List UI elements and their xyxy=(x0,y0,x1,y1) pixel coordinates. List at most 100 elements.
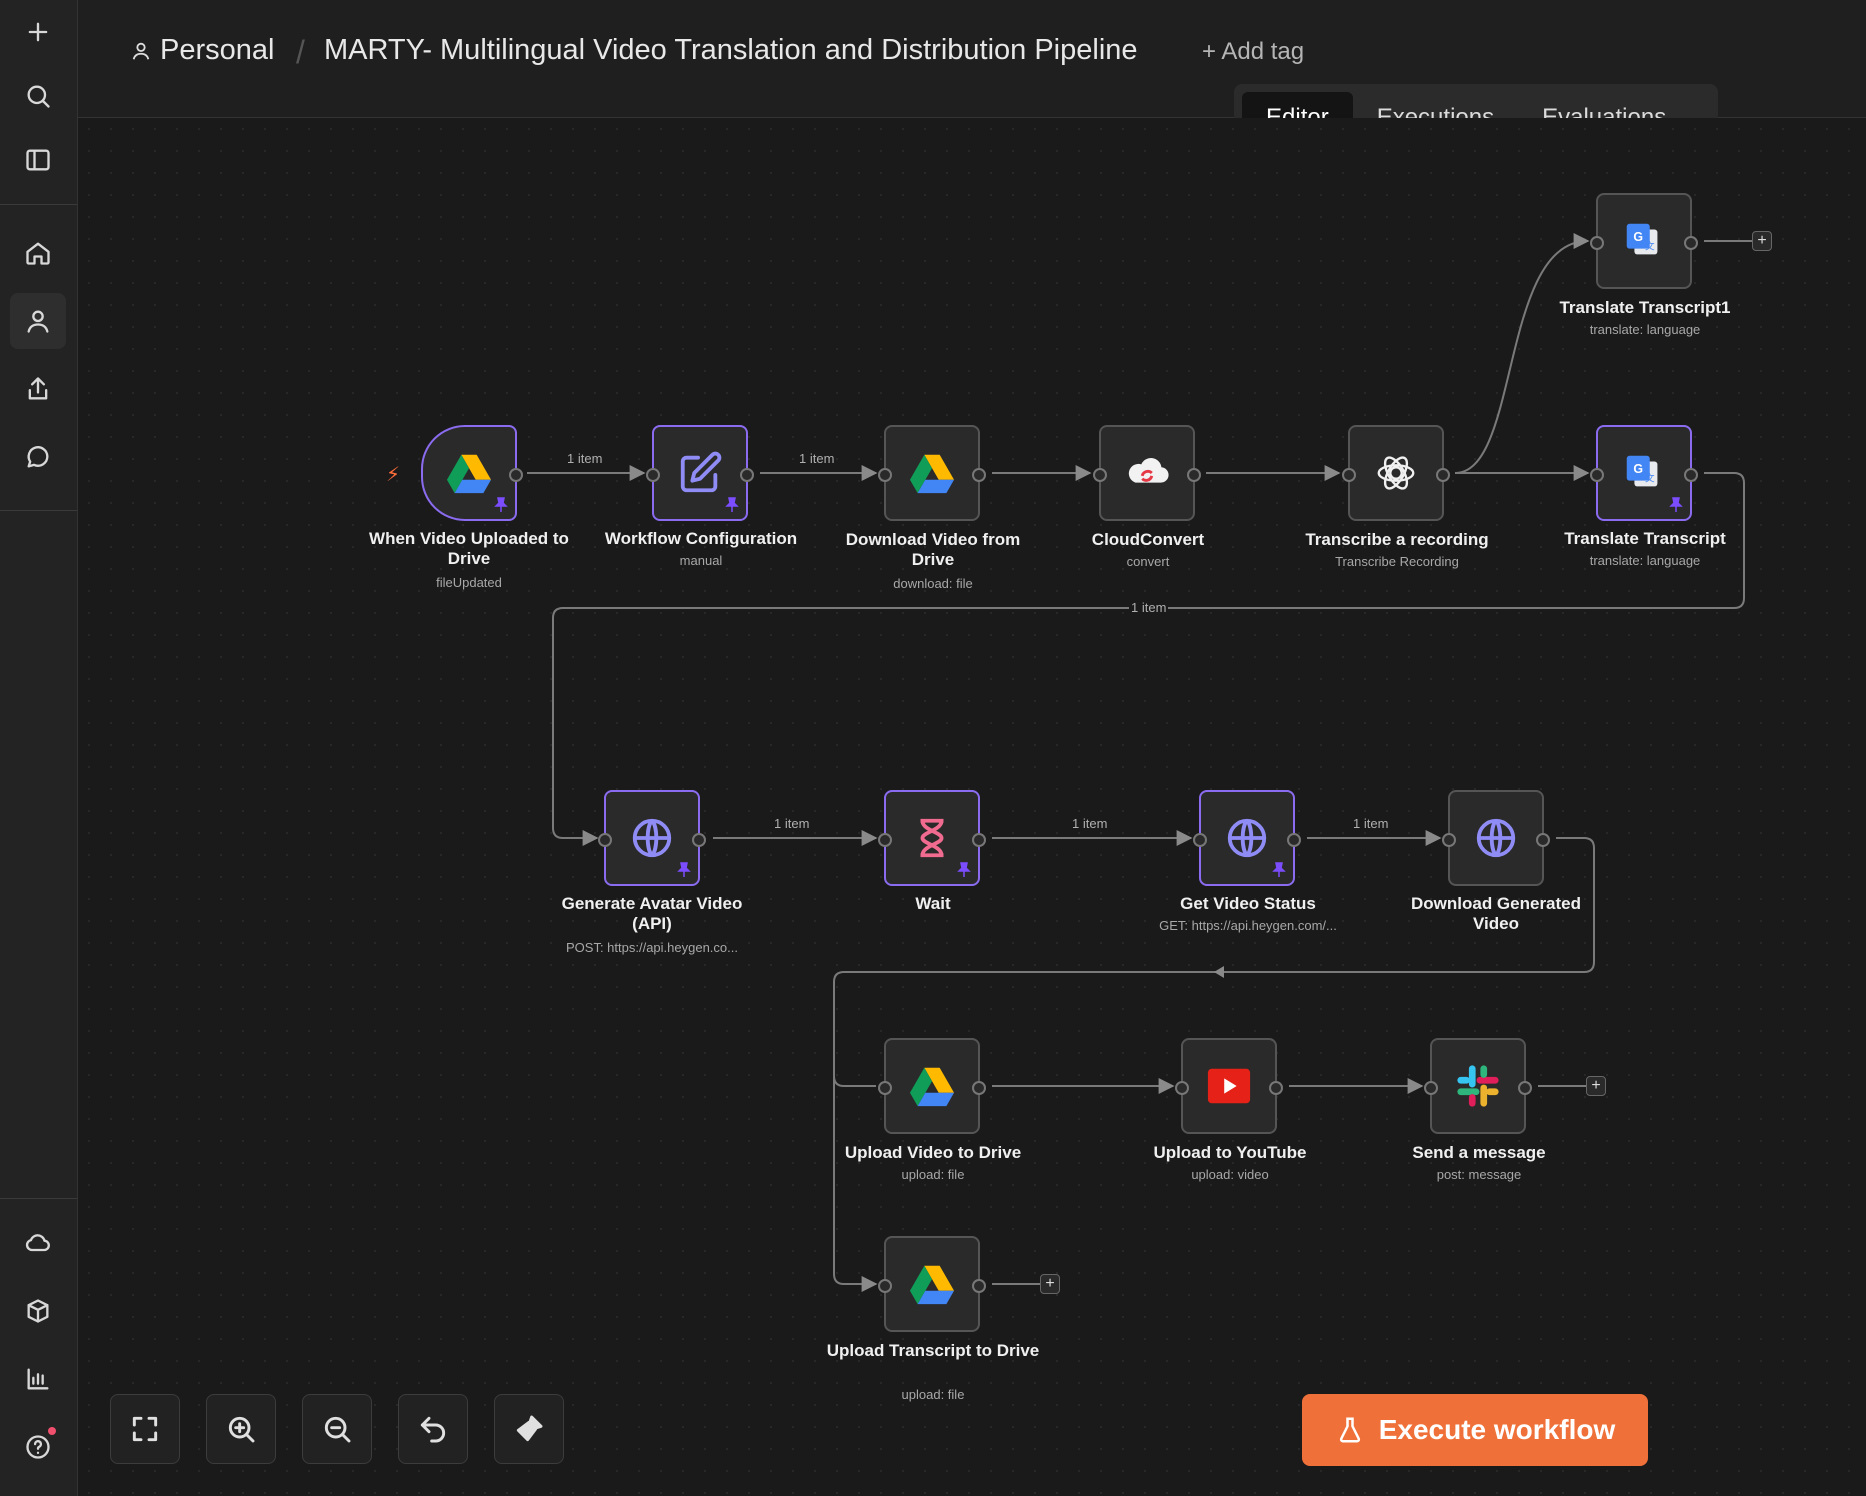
output-handle[interactable] xyxy=(1269,1081,1283,1095)
plus-icon[interactable] xyxy=(10,4,66,60)
node-subtitle: post: message xyxy=(1436,1167,1522,1182)
zoom-in-button[interactable] xyxy=(206,1394,276,1464)
output-handle[interactable] xyxy=(972,468,986,482)
workflow-title[interactable]: MARTY- Multilingual Video Translation an… xyxy=(324,34,1138,67)
globe-icon xyxy=(629,815,675,861)
add-node-button[interactable]: + xyxy=(1586,1076,1606,1096)
input-handle[interactable] xyxy=(1590,468,1604,482)
output-handle[interactable] xyxy=(1436,468,1450,482)
zoom-out-button[interactable] xyxy=(302,1394,372,1464)
input-handle[interactable] xyxy=(878,833,892,847)
fit-view-button[interactable] xyxy=(110,1394,180,1464)
node-subtitle: upload: video xyxy=(1191,1167,1269,1182)
node-wait[interactable] xyxy=(878,790,986,886)
breadcrumb-separator: / xyxy=(296,34,305,70)
input-handle[interactable] xyxy=(1342,468,1356,482)
input-handle[interactable] xyxy=(646,468,660,482)
user-icon[interactable] xyxy=(10,293,66,349)
input-handle[interactable] xyxy=(1424,1081,1438,1095)
cloud-icon[interactable] xyxy=(10,1215,66,1271)
notification-dot xyxy=(48,1427,56,1435)
panel-icon[interactable] xyxy=(10,132,66,188)
node-subtitle: translate: language xyxy=(1589,322,1701,337)
output-handle[interactable] xyxy=(740,468,754,482)
output-handle[interactable] xyxy=(972,1081,986,1095)
output-handle[interactable] xyxy=(1684,468,1698,482)
google-drive-icon xyxy=(446,450,492,496)
input-handle[interactable] xyxy=(878,1279,892,1293)
openai-icon xyxy=(1373,450,1419,496)
pin-icon xyxy=(1272,862,1286,877)
add-tag-button[interactable]: + Add tag xyxy=(1202,38,1304,66)
node-upload-transcript-to-drive[interactable] xyxy=(878,1236,986,1332)
node-subtitle: upload: file xyxy=(901,1387,965,1402)
output-handle[interactable] xyxy=(1287,833,1301,847)
google-drive-icon xyxy=(909,450,955,496)
globe-icon xyxy=(1473,815,1519,861)
slack-icon xyxy=(1455,1063,1501,1109)
execute-workflow-button[interactable]: Execute workflow xyxy=(1302,1394,1648,1466)
tidy-up-button[interactable] xyxy=(494,1394,564,1464)
templates-icon[interactable] xyxy=(10,1283,66,1339)
input-handle[interactable] xyxy=(598,833,612,847)
input-handle[interactable] xyxy=(1193,833,1207,847)
execute-workflow-label: Execute workflow xyxy=(1378,1414,1616,1445)
output-handle[interactable] xyxy=(1518,1081,1532,1095)
node-download-generated-video[interactable] xyxy=(1442,790,1550,886)
search-icon[interactable] xyxy=(10,68,66,124)
help-icon[interactable] xyxy=(10,1419,66,1475)
sidebar-divider xyxy=(0,510,77,511)
output-handle[interactable] xyxy=(1536,833,1550,847)
svg-text:G: G xyxy=(1633,230,1643,244)
node-subtitle: download: file xyxy=(893,576,973,591)
node-transcribe-recording[interactable] xyxy=(1342,425,1450,521)
home-icon[interactable] xyxy=(10,225,66,281)
output-handle[interactable] xyxy=(692,833,706,847)
input-handle[interactable] xyxy=(878,1081,892,1095)
insights-icon[interactable] xyxy=(10,1351,66,1407)
node-upload-to-youtube[interactable] xyxy=(1175,1038,1283,1134)
pin-icon xyxy=(677,862,691,877)
edge-label: 1 item xyxy=(1353,816,1389,831)
add-node-button[interactable]: + xyxy=(1752,231,1772,251)
node-label: When Video Uploaded to Drive xyxy=(369,529,569,568)
node-upload-video-to-drive[interactable] xyxy=(878,1038,986,1134)
output-handle[interactable] xyxy=(972,1279,986,1293)
node-send-a-message[interactable] xyxy=(1424,1038,1532,1134)
zoom-in-icon xyxy=(228,1416,255,1443)
output-handle[interactable] xyxy=(509,468,523,482)
input-handle[interactable] xyxy=(1093,468,1107,482)
input-handle[interactable] xyxy=(1590,236,1604,250)
input-handle[interactable] xyxy=(1175,1081,1189,1095)
node-subtitle: GET: https://api.heygen.com/... xyxy=(1159,918,1337,933)
add-node-button[interactable]: + xyxy=(1040,1274,1060,1294)
output-handle[interactable] xyxy=(972,833,986,847)
node-subtitle: POST: https://api.heygen.co... xyxy=(566,940,738,955)
node-workflow-configuration[interactable] xyxy=(646,425,754,521)
undo-button[interactable] xyxy=(398,1394,468,1464)
node-translate-transcript[interactable]: G文 xyxy=(1590,425,1698,521)
edit-icon xyxy=(677,450,723,496)
output-handle[interactable] xyxy=(1187,468,1201,482)
google-drive-icon xyxy=(909,1063,955,1109)
node-download-video-from-drive[interactable] xyxy=(878,425,986,521)
input-handle[interactable] xyxy=(1442,833,1456,847)
input-handle[interactable] xyxy=(878,468,892,482)
breadcrumb-project[interactable]: Personal xyxy=(130,34,274,67)
node-get-video-status[interactable] xyxy=(1193,790,1301,886)
share-icon[interactable] xyxy=(10,361,66,417)
user-icon xyxy=(132,42,150,60)
node-generate-avatar-video[interactable] xyxy=(598,790,706,886)
node-label: Generate Avatar Video (API) xyxy=(561,894,743,933)
node-cloudconvert[interactable] xyxy=(1093,425,1201,521)
node-when-video-uploaded[interactable] xyxy=(421,425,523,521)
output-handle[interactable] xyxy=(1684,236,1698,250)
chat-icon[interactable] xyxy=(10,429,66,485)
node-translate-transcript1[interactable]: G文 xyxy=(1590,193,1698,289)
cloudconvert-icon xyxy=(1124,450,1170,496)
node-label: Transcribe a recording xyxy=(1305,530,1489,549)
node-label: CloudConvert xyxy=(1091,530,1205,549)
youtube-icon xyxy=(1206,1063,1252,1109)
node-label: Send a message xyxy=(1412,1143,1546,1162)
sidebar-divider xyxy=(0,204,77,205)
